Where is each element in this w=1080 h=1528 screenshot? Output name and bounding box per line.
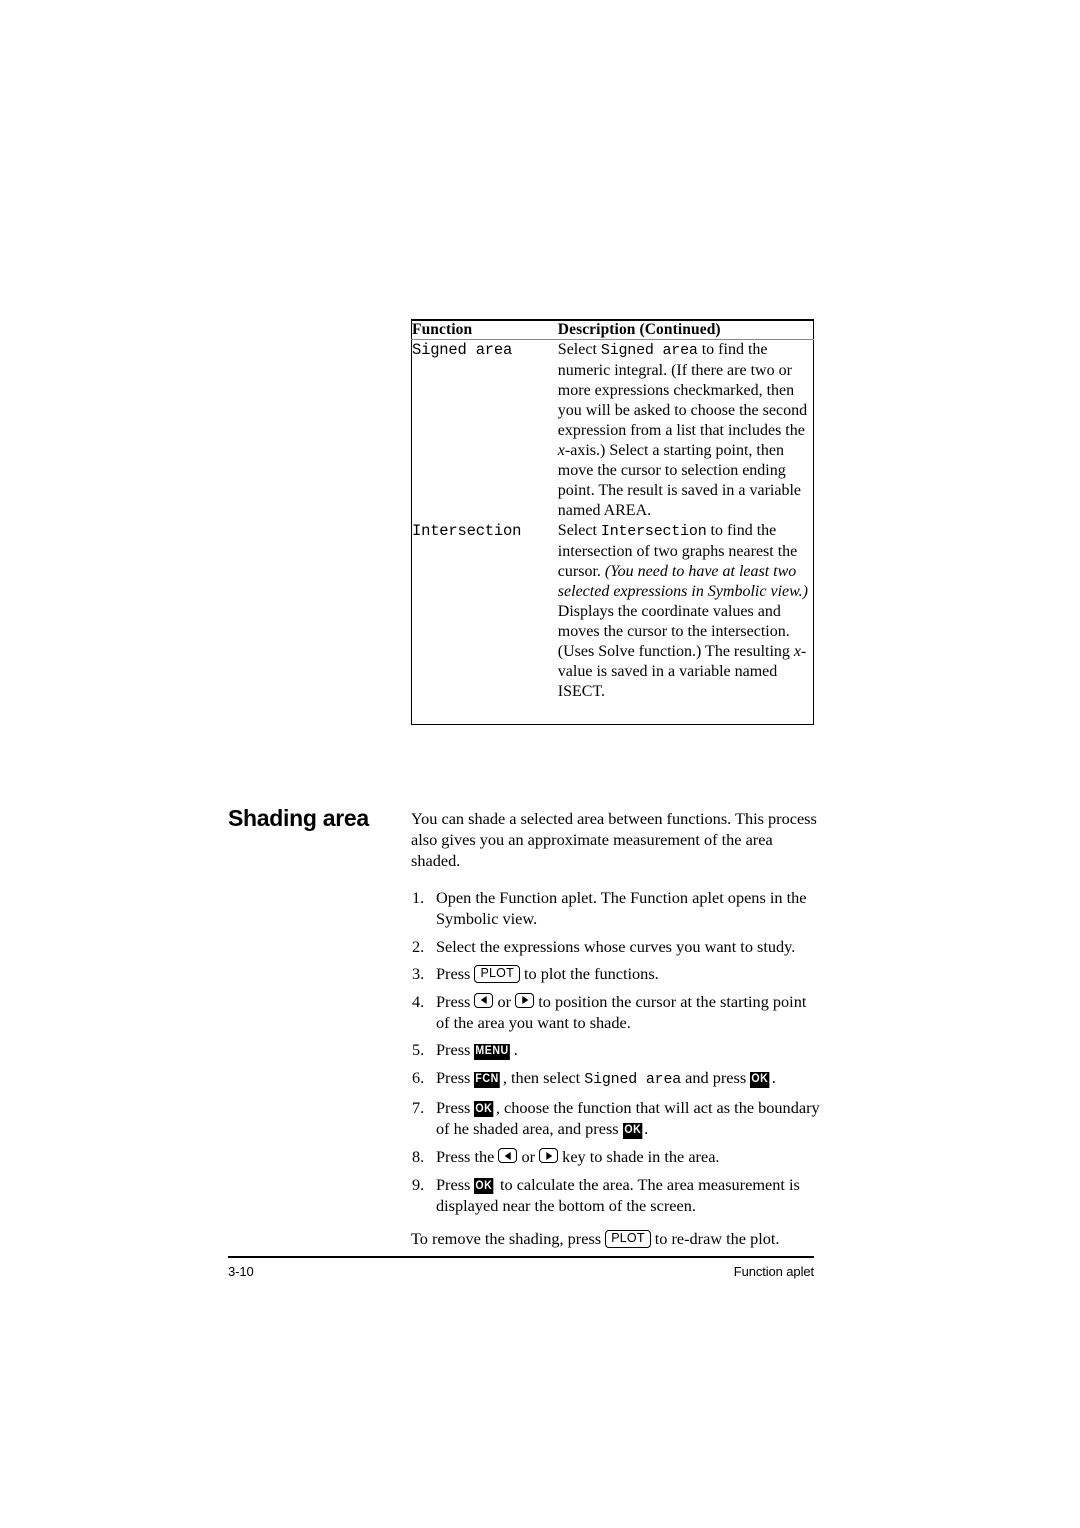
- footer-chapter-label: Function aplet: [733, 1264, 814, 1279]
- step-text: Press: [436, 1068, 475, 1087]
- cell-description-signed-area: Select Signed area to find the numeric i…: [558, 340, 814, 522]
- step-text: and press: [681, 1068, 751, 1087]
- step-text: key to shade in the area.: [558, 1147, 720, 1166]
- document-page: Function Description (Continued) Signed …: [0, 0, 1080, 1528]
- left-arrow-key-icon: [498, 1148, 518, 1163]
- fcn-softkey-icon: FCN: [474, 1071, 501, 1088]
- ok-softkey-icon: OK: [474, 1178, 495, 1194]
- desc-mono-token: Intersection: [600, 523, 707, 540]
- list-item: 1. Open the Function aplet. The Function …: [411, 887, 821, 929]
- desc-text: Displays the coordinate values and moves…: [557, 603, 794, 660]
- desc-text: Select: [557, 522, 601, 539]
- ok-softkey-icon: OK: [750, 1071, 771, 1088]
- step-number: 2.: [412, 936, 425, 956]
- footer-divider: [228, 1256, 814, 1258]
- function-reference-table: Function Description (Continued) Signed …: [411, 319, 814, 725]
- step-text: .: [644, 1119, 649, 1138]
- step-number: 8.: [412, 1147, 425, 1166]
- step-text: Press: [436, 1174, 475, 1194]
- list-item: 9. Press OK to calculate the area. The ar…: [411, 1174, 821, 1217]
- step-text: Press: [436, 1040, 475, 1059]
- list-item: 2. Select the expressions whose curves yo…: [411, 936, 821, 957]
- column-header-function: Function: [411, 320, 558, 340]
- desc-text: -axis.) Select a starting point, then mo…: [557, 442, 801, 519]
- closing-text: to re-draw the plot.: [650, 1229, 780, 1248]
- step-text: Select the expressions whose curves you …: [436, 936, 796, 956]
- table-row: Intersection Select Intersection to find…: [412, 521, 814, 725]
- plot-key-icon: PLOT: [605, 1229, 651, 1248]
- step-number: 5.: [412, 1040, 425, 1059]
- step-number: 6.: [412, 1068, 425, 1087]
- desc-text: Select: [557, 341, 601, 358]
- desc-variable-x: x: [793, 643, 802, 660]
- procedure-step-list: 1. Open the Function aplet. The Function …: [411, 887, 821, 1216]
- intro-paragraph: You can shade a selected area between fu…: [411, 809, 817, 870]
- cell-function-intersection: Intersection: [412, 522, 522, 540]
- table-row: Signed area Select Signed area to find t…: [412, 340, 814, 522]
- step-text: Press: [436, 1097, 475, 1117]
- right-arrow-key-icon: [515, 992, 535, 1008]
- step-text: , then select: [502, 1068, 585, 1087]
- step-number: 3.: [412, 964, 425, 983]
- plot-key-icon: PLOT: [474, 964, 520, 983]
- step-text: .: [513, 1040, 518, 1059]
- desc-variable-x: x: [557, 442, 565, 459]
- ok-softkey-icon: OK: [622, 1122, 643, 1139]
- step-text: Open the Function aplet. The Function ap…: [436, 888, 807, 928]
- step-number: 7.: [412, 1097, 425, 1117]
- column-header-description: Description (Continued): [557, 320, 814, 340]
- step-number: 4.: [412, 991, 425, 1011]
- step-number: 9.: [412, 1174, 425, 1194]
- cell-function-signed-area: Signed area: [412, 341, 513, 359]
- list-item: 7. Press OK, choose the function that wil…: [411, 1097, 821, 1140]
- section-body: You can shade a selected area between fu…: [411, 808, 821, 1249]
- footer-page-number: 3-10: [228, 1264, 254, 1279]
- menu-softkey-icon: MENU: [474, 1043, 511, 1060]
- step-text: to plot the functions.: [519, 964, 659, 983]
- table-header-row: Function Description (Continued): [411, 320, 814, 340]
- list-item: 4. Press or to position the cursor at the…: [411, 991, 821, 1033]
- desc-mono-token: Signed area: [600, 342, 698, 359]
- list-item: 3. Press PLOT to plot the functions.: [411, 963, 821, 984]
- cell-description-intersection: Select Intersection to find the intersec…: [558, 521, 814, 725]
- step-text: Press: [436, 964, 475, 983]
- list-item: 8. Press the or key to shade in the area.: [411, 1146, 821, 1167]
- section-heading-shading-area: Shading area: [228, 805, 369, 831]
- step-text: or: [517, 1147, 540, 1166]
- step-text: Press the: [436, 1147, 499, 1166]
- left-arrow-key-icon: [474, 992, 494, 1008]
- step-number: 1.: [412, 888, 425, 907]
- list-item: 5. Press MENU.: [411, 1039, 821, 1061]
- ok-softkey-icon: OK: [474, 1101, 495, 1117]
- step-text: Press: [436, 991, 475, 1011]
- closing-paragraph: To remove the shading, press PLOT to re-…: [411, 1228, 821, 1249]
- step-mono-token: Signed area: [584, 1071, 682, 1088]
- closing-text: To remove the shading, press: [411, 1229, 606, 1248]
- step-text: .: [771, 1068, 776, 1087]
- step-text: or: [493, 991, 516, 1011]
- list-item: 6. Press FCN, then select Signed area and…: [411, 1067, 821, 1090]
- right-arrow-key-icon: [539, 1148, 559, 1163]
